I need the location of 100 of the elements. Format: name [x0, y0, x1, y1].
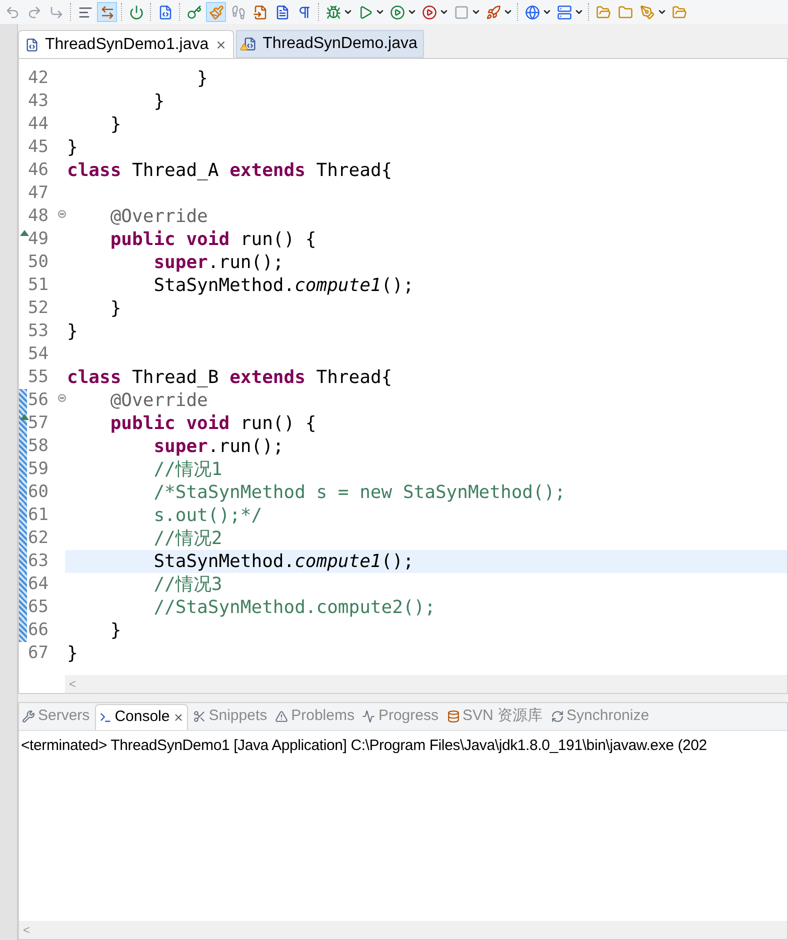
- code-line: //情况2: [152, 528, 222, 549]
- scroll-arrow[interactable]: <: [23, 921, 30, 939]
- line-number: 59: [28, 458, 48, 481]
- scroll-arrow[interactable]: <: [69, 675, 76, 693]
- fold-icon[interactable]: [58, 394, 66, 402]
- code-line: @Override: [109, 206, 208, 227]
- tab-label: Synchronize: [566, 706, 650, 726]
- line-number: 56: [28, 389, 48, 412]
- line-number: 47: [28, 182, 48, 205]
- line-number: 48: [28, 205, 48, 228]
- close-icon[interactable]: [214, 38, 227, 50]
- code-line: class Thread_B extends Thread{: [67, 367, 392, 388]
- line-number: 67: [28, 642, 48, 665]
- console-status: <terminated> ThreadSynDemo1 [Java Application] C:\Program Files\Java\jdk1.8.0_191\bin\javaw.exe (202: [21, 737, 707, 754]
- tab-label: Problems: [291, 706, 354, 726]
- override-triangle-icon[interactable]: [20, 230, 29, 236]
- sync-icon: [550, 710, 564, 723]
- line-number: 51: [28, 274, 48, 297]
- code-line: public void run() {: [109, 229, 316, 250]
- monitor-icon: [98, 710, 112, 724]
- brush-icon: [208, 4, 224, 20]
- globe-icon: [524, 4, 540, 20]
- redo-icon: [26, 4, 42, 20]
- line-number: 44: [28, 113, 48, 136]
- panel-tab[interactable]: Progress: [359, 704, 442, 730]
- line-number: 66: [28, 619, 48, 642]
- tab-label: Servers: [38, 706, 90, 726]
- code-line: @Override: [109, 390, 208, 411]
- line-number: 60: [28, 481, 48, 504]
- play-icon: [358, 4, 372, 20]
- line-number: 53: [28, 320, 48, 343]
- panel-tab[interactable]: Snippets: [190, 704, 270, 730]
- code-line: }: [67, 643, 78, 664]
- line-number: 43: [28, 90, 48, 113]
- code-line: StaSynMethod.compute1();: [152, 275, 414, 296]
- horizontal-scrollbar[interactable]: <: [19, 921, 787, 939]
- horizontal-scrollbar[interactable]: <: [65, 675, 787, 693]
- database-icon: [446, 710, 460, 723]
- key-icon: [186, 4, 202, 20]
- pen-icon: [640, 4, 654, 20]
- wrench-icon: [22, 710, 35, 723]
- line-number: 61: [28, 504, 48, 527]
- tab-label: Progress: [378, 706, 438, 726]
- folder-icon: [672, 4, 686, 20]
- code-line: super.run();: [152, 252, 284, 273]
- code-line: }: [67, 137, 78, 158]
- bug-icon: [326, 4, 340, 20]
- line-number: 62: [28, 527, 48, 550]
- close-icon[interactable]: [172, 712, 184, 722]
- line-number: 64: [28, 573, 48, 596]
- line-number: 45: [28, 136, 48, 159]
- line-number: 54: [28, 343, 48, 366]
- code-line: }: [196, 68, 208, 89]
- stop-icon: [454, 4, 468, 20]
- panel-tab[interactable]: Synchronize: [548, 704, 652, 730]
- line-number: 46: [28, 159, 48, 182]
- editor-tab[interactable]: ThreadSynDemo1.java: [18, 30, 234, 58]
- step-arrow-icon: [48, 4, 64, 20]
- java-file-icon: [25, 38, 39, 52]
- tab-label: ThreadSynDemo.java: [262, 34, 418, 54]
- panel-tab[interactable]: SVN 资源库: [444, 704, 546, 730]
- server-icon: [556, 4, 572, 20]
- toolbar-button[interactable]: [97, 2, 117, 22]
- panel-tab[interactable]: Problems: [272, 704, 358, 730]
- code-line: //StaSynMethod.compute2();: [152, 597, 436, 618]
- editor-tab[interactable]: ThreadSynDemo.java: [236, 30, 424, 58]
- line-number: 55: [28, 366, 48, 389]
- override-triangle-icon[interactable]: [20, 414, 29, 420]
- code-line: }: [109, 114, 122, 135]
- tab-label: ThreadSynDemo1.java: [45, 34, 209, 54]
- code-line: s.out();*/: [152, 505, 262, 526]
- code-line: StaSynMethod.compute1();: [152, 551, 414, 572]
- arrows-icon: [100, 4, 114, 20]
- footprints-icon: [230, 4, 246, 20]
- code-line: }: [67, 321, 78, 342]
- run-icon: [422, 4, 436, 20]
- java-file-icon: [242, 37, 257, 51]
- code-line: public void run() {: [109, 413, 316, 434]
- code-line: /*StaSynMethod s = new StaSynMethod();: [152, 482, 566, 503]
- line-number: 63: [28, 550, 48, 573]
- line-number: 42: [28, 67, 48, 90]
- folder-icon: [596, 4, 610, 20]
- line-number: 58: [28, 435, 48, 458]
- line-number: 65: [28, 596, 48, 619]
- tab-label: Snippets: [208, 706, 268, 726]
- fold-icon[interactable]: [58, 210, 66, 218]
- code-file-icon: [158, 4, 172, 20]
- scissors-icon: [192, 710, 206, 723]
- code-line: class Thread_A extends Thread{: [67, 160, 392, 181]
- panel-tab[interactable]: Console: [94, 704, 188, 730]
- power-icon: [128, 4, 144, 20]
- panel-tab[interactable]: Servers: [19, 704, 93, 730]
- run-icon: [390, 4, 404, 20]
- code-line: }: [152, 91, 165, 112]
- line-number: 49: [28, 228, 48, 251]
- tab-label: SVN 资源库: [462, 706, 543, 726]
- warning-icon: [275, 710, 288, 723]
- line-number: 57: [28, 412, 48, 435]
- import-file-icon: [252, 4, 268, 20]
- line-number: 52: [28, 297, 48, 320]
